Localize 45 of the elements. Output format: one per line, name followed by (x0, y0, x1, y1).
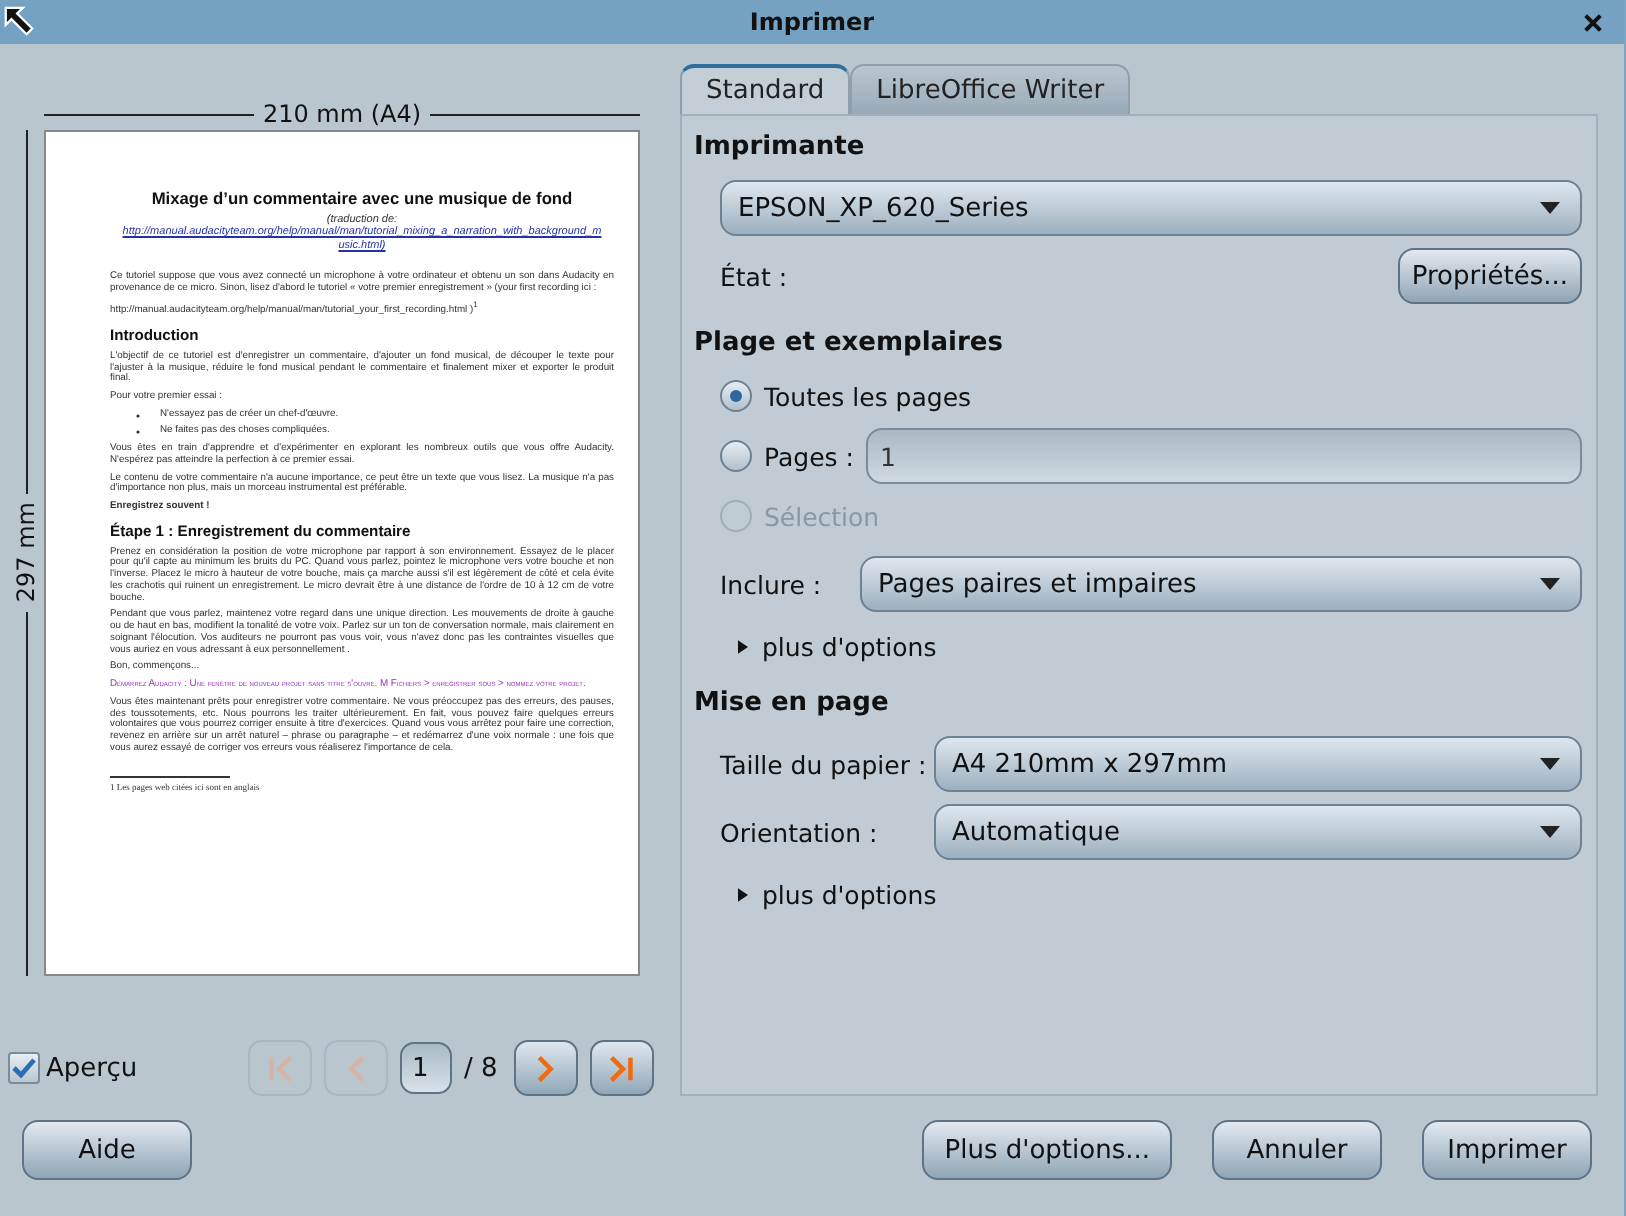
expander-icon[interactable] (738, 639, 748, 653)
close-icon[interactable] (1582, 12, 1604, 34)
radio-label: Toutes les pages (764, 381, 972, 411)
include-dropdown[interactable]: Pages paires et impaires (860, 556, 1582, 612)
document-title: Mixage d’un commentaire avec une musique de fond (151, 188, 573, 208)
dialog-button[interactable]: Imprimer (1422, 1120, 1592, 1180)
dropdown[interactable]: A4 210mm x 297mm (934, 736, 1582, 792)
tab[interactable]: Standard (680, 64, 851, 114)
field-label: Taille du papier : (720, 749, 929, 779)
dropdown-arrow-icon (1540, 578, 1560, 590)
page-total: / 8 (464, 1053, 498, 1083)
preview-checkbox[interactable] (8, 1052, 40, 1084)
window-title: Imprimer (749, 8, 875, 36)
last-page-button[interactable] (589, 1040, 654, 1096)
radio-label: Pages : (764, 441, 854, 471)
radio-button[interactable] (720, 440, 752, 472)
section-heading: Mise en page (694, 688, 891, 722)
more-options-link[interactable]: plus d'options (762, 631, 937, 661)
printer-dropdown[interactable]: EPSON_XP_620_Series (720, 180, 1582, 236)
expander-icon[interactable] (738, 887, 748, 901)
section-heading: Plage et exemplaires (694, 328, 1005, 362)
first-page-icon (263, 1051, 297, 1085)
preview-label: Aperçu (46, 1053, 138, 1083)
more-options-link[interactable]: plus d'options (762, 879, 937, 909)
radio-button[interactable] (720, 380, 752, 412)
status-label: État : (720, 261, 788, 291)
field-label: Orientation : (720, 817, 880, 847)
dropdown-arrow-icon (1540, 826, 1560, 838)
help-button[interactable]: Aide (22, 1120, 192, 1180)
width-label: 210 mm (A4) (262, 100, 422, 128)
properties-button[interactable]: Propriétés... (1397, 248, 1582, 304)
last-page-icon (604, 1051, 639, 1085)
dialog-button[interactable]: Plus d'options... (922, 1120, 1172, 1180)
tab[interactable]: LibreOffice Writer (850, 64, 1131, 114)
dialog-button[interactable]: Annuler (1212, 1120, 1382, 1180)
dropdown[interactable]: Automatique (934, 804, 1582, 860)
include-label: Inclure : (720, 569, 824, 599)
dropdown-arrow-icon (1540, 758, 1560, 770)
next-page-button[interactable] (513, 1040, 578, 1096)
height-label: 297 mm (12, 502, 40, 604)
section-heading: Imprimante (694, 132, 867, 166)
pages-field[interactable]: 1 (865, 428, 1582, 484)
cursor-icon (2, 4, 36, 38)
dropdown-arrow-icon (1540, 202, 1560, 214)
page-number-field[interactable]: 1 (400, 1042, 452, 1094)
